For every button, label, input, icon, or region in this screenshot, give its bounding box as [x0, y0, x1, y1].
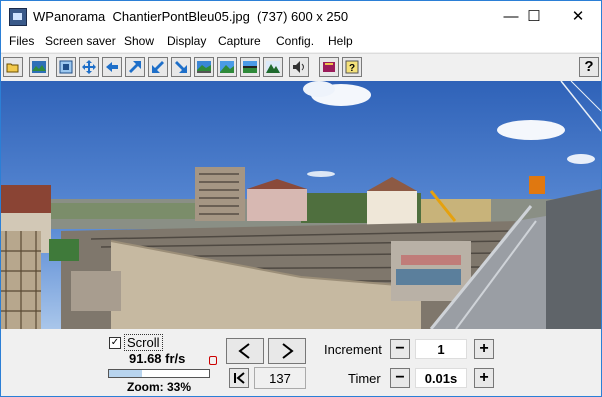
close-button[interactable]: ✕: [555, 1, 601, 31]
image-icon[interactable]: [29, 57, 49, 77]
menu-bar: Files Screen saver Show Display Capture …: [1, 31, 601, 52]
app-icon[interactable]: [9, 8, 27, 26]
book-icon[interactable]: [319, 57, 339, 77]
go-to-start-button[interactable]: [229, 368, 249, 388]
mountain-icon[interactable]: [263, 57, 283, 77]
triangle-left-icon: [238, 343, 250, 359]
arrow-left-icon[interactable]: [102, 57, 122, 77]
image-info: (737) 600 x 250: [257, 9, 349, 24]
app-window: WPanorama ChantierPontBleu05.jpg (737) 6…: [0, 0, 602, 397]
horizon-icon[interactable]: [240, 57, 260, 77]
timer-plus-button[interactable]: +: [474, 368, 494, 388]
help-contents-icon[interactable]: ?: [342, 57, 362, 77]
arrow-down-left-icon[interactable]: [148, 57, 168, 77]
skip-start-icon: [234, 372, 245, 384]
help-button[interactable]: ?: [579, 57, 599, 77]
menu-display[interactable]: Display: [167, 34, 206, 48]
scroll-label[interactable]: Scroll: [124, 334, 163, 351]
menu-files[interactable]: Files: [9, 34, 34, 48]
menu-help[interactable]: Help: [328, 34, 353, 48]
landscape-icon[interactable]: [217, 57, 237, 77]
arrow-up-right-icon[interactable]: [125, 57, 145, 77]
triangle-right-icon: [282, 343, 294, 359]
speaker-icon[interactable]: [289, 57, 309, 77]
menu-screen-saver[interactable]: Screen saver: [45, 34, 116, 48]
increment-label: Increment: [324, 342, 382, 357]
frame-rate: 91.68 fr/s: [129, 351, 186, 366]
increment-plus-button[interactable]: +: [474, 339, 494, 359]
playback-controls: ✓ Scroll 91.68 fr/s Zoom: 33% 137 Increm…: [1, 330, 601, 396]
panorama-image[interactable]: [1, 81, 601, 329]
rate-indicator-icon: [209, 356, 217, 365]
timer-label: Timer: [348, 371, 381, 386]
zoom-slider[interactable]: [108, 369, 210, 378]
maximize-button[interactable]: ☐: [511, 1, 557, 31]
fit-window-icon[interactable]: [56, 57, 76, 77]
app-name: WPanorama: [33, 9, 106, 24]
open-folder-icon[interactable]: [3, 57, 23, 77]
svg-text:?: ?: [349, 63, 355, 74]
window-title: WPanorama ChantierPontBleu05.jpg (737) 6…: [33, 9, 348, 24]
scroll-checkbox[interactable]: ✓: [109, 337, 121, 349]
menu-show[interactable]: Show: [124, 34, 154, 48]
arrow-down-right-icon[interactable]: [171, 57, 191, 77]
frame-number: 137: [254, 367, 306, 389]
previous-button[interactable]: [226, 338, 264, 364]
file-name: ChantierPontBleu05.jpg: [112, 9, 250, 24]
increment-value[interactable]: 1: [415, 339, 467, 359]
menu-config[interactable]: Config.: [276, 34, 314, 48]
fullscreen-arrows-icon[interactable]: [79, 57, 99, 77]
menu-capture[interactable]: Capture: [218, 34, 261, 48]
timer-value[interactable]: 0.01s: [415, 368, 467, 388]
zoom-slider-fill: [109, 370, 142, 377]
increment-minus-button[interactable]: −: [390, 339, 410, 359]
timer-minus-button[interactable]: −: [390, 368, 410, 388]
zoom-level: Zoom: 33%: [127, 380, 192, 394]
next-button[interactable]: [268, 338, 306, 364]
title-bar: WPanorama ChantierPontBleu05.jpg (737) 6…: [1, 1, 601, 31]
toolbar: ? ?: [1, 53, 601, 82]
landscape-panel-icon[interactable]: [194, 57, 214, 77]
